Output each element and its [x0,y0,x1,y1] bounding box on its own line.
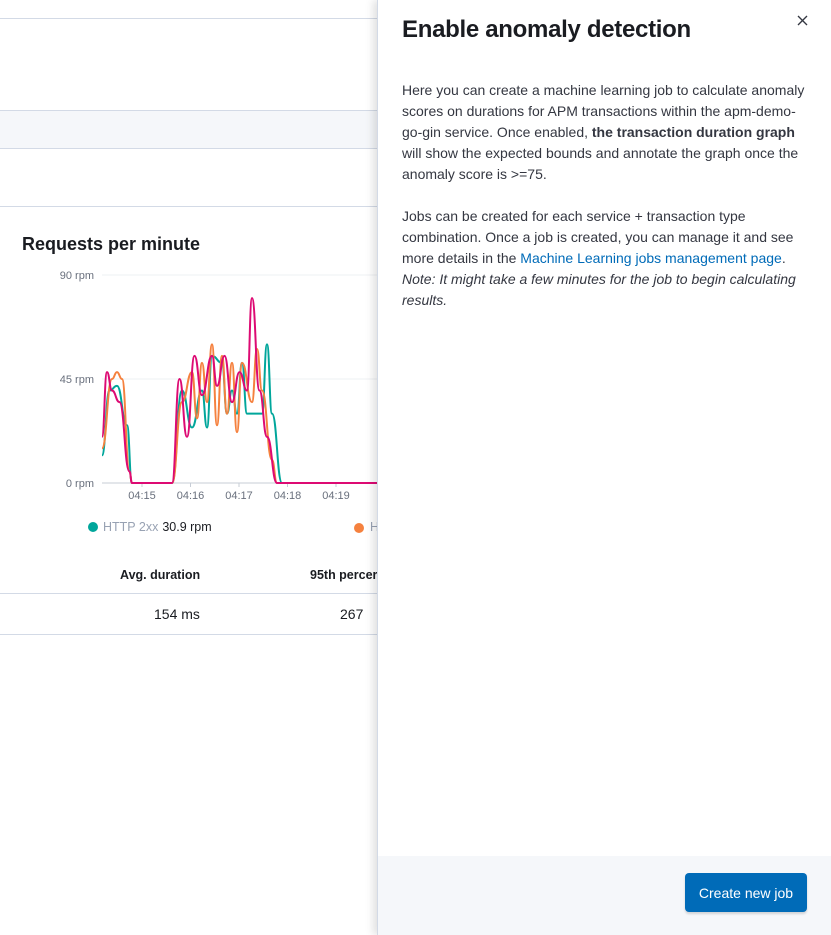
y-tick-label: 90 rpm [60,270,94,282]
x-tick-label: 04:17 [225,490,253,502]
x-tick-label: 04:16 [177,490,205,502]
legend-label: HTTP 2xx [103,520,159,534]
col-header-95th[interactable]: 95th percer [310,568,377,582]
y-tick-label: 0 rpm [66,478,94,490]
jobs-paragraph: Jobs can be created for each service + t… [402,206,812,311]
cell-avg-duration: 154 ms [154,606,200,622]
ml-jobs-link[interactable]: Machine Learning jobs management page [520,250,782,266]
legend-dot [88,522,98,532]
note-text: Note: It might take a few minutes for th… [402,271,796,308]
col-header-avg-duration[interactable]: Avg. duration [120,568,200,582]
create-new-job-button[interactable]: Create new job [685,873,807,912]
x-tick-label: 04:15 [128,490,156,502]
chart-title: Requests per minute [22,234,201,254]
cell-95th: 267 [340,606,364,622]
requests-chart: 0 rpm 45 rpm 90 rpm 04:15 04:16 04:17 04:18 04:… [0,260,400,510]
text: will show the expected bounds and annota… [402,145,799,182]
legend-item-http-2xx[interactable]: HTTP 2xx 30.9 rpm [88,520,212,534]
flyout-title: Enable anomaly detection [402,16,691,43]
x-tick-label: 04:18 [274,490,302,502]
description-paragraph: Here you can create a machine learning j… [402,80,812,185]
flyout-footer: Create new job [378,856,831,935]
close-icon [797,15,808,26]
y-tick-label: 45 rpm [60,374,94,386]
x-tick-label: 04:19 [322,490,350,502]
chart-svg: 0 rpm 45 rpm 90 rpm 04:15 04:16 04:17 04:18 04:… [60,270,388,502]
text-bold: the transaction duration graph [591,124,795,140]
anomaly-detection-flyout: Enable anomaly detection Here you can cr… [377,0,831,935]
legend-value: 30.9 rpm [162,520,212,534]
text: . [781,250,786,266]
series-line-1 [101,343,388,485]
flyout-body: Here you can create a machine learning j… [402,80,812,332]
close-button[interactable] [790,8,814,32]
legend-dot [354,523,364,533]
